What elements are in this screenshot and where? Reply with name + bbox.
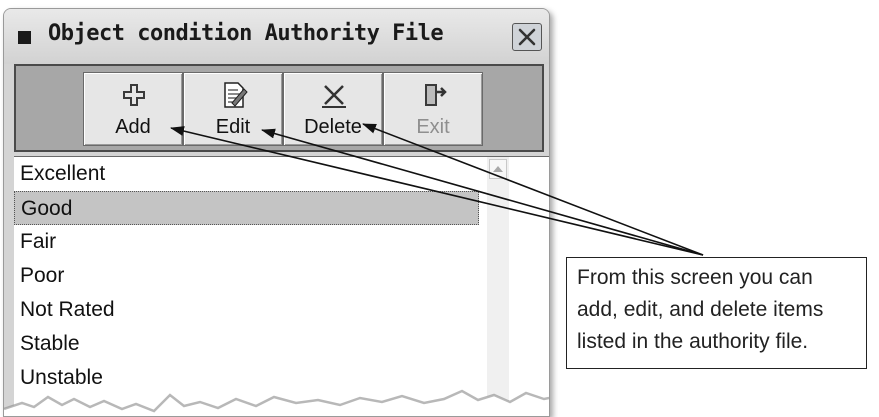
authority-file-window: Object condition Authority File Add Edit — [3, 8, 550, 417]
list-item[interactable]: Poor — [14, 259, 479, 293]
torn-paper-edge — [4, 389, 549, 416]
scroll-up-arrow-icon — [493, 166, 503, 172]
delete-x-icon — [322, 85, 346, 108]
list-item-selected[interactable]: Good — [14, 191, 479, 225]
window-title: Object condition Authority File — [48, 21, 444, 46]
list-item[interactable]: Not Rated — [14, 293, 479, 327]
add-button-label: Add — [115, 116, 151, 138]
delete-button[interactable]: Delete — [283, 72, 383, 146]
exit-door-icon — [425, 84, 447, 106]
callout-box: From this screen you can add, edit, and … — [566, 257, 867, 369]
exit-button-label: Exit — [416, 116, 450, 138]
close-icon — [518, 28, 536, 46]
exit-button[interactable]: Exit — [383, 72, 483, 146]
window-menu-icon[interactable] — [18, 31, 31, 44]
add-button[interactable]: Add — [83, 72, 183, 146]
callout-line: add, edit, and delete items — [577, 298, 824, 321]
edit-button-label: Edit — [215, 116, 251, 138]
list-item[interactable]: Stable — [14, 327, 479, 361]
list-item[interactable]: Excellent — [14, 157, 479, 191]
scroll-up-button[interactable] — [489, 159, 507, 179]
list-item[interactable]: Fair — [14, 225, 479, 259]
callout-line: listed in the authority file. — [577, 330, 809, 353]
edit-button[interactable]: Edit — [183, 72, 283, 146]
toolbar: Add Edit Delete Exit — [14, 64, 544, 152]
delete-button-label: Delete — [304, 116, 362, 138]
callout-line: From this screen you can — [577, 266, 813, 289]
plus-icon — [123, 84, 145, 106]
close-button[interactable] — [512, 23, 542, 51]
edit-document-icon — [224, 82, 248, 108]
title-bar: Object condition Authority File — [4, 9, 549, 64]
